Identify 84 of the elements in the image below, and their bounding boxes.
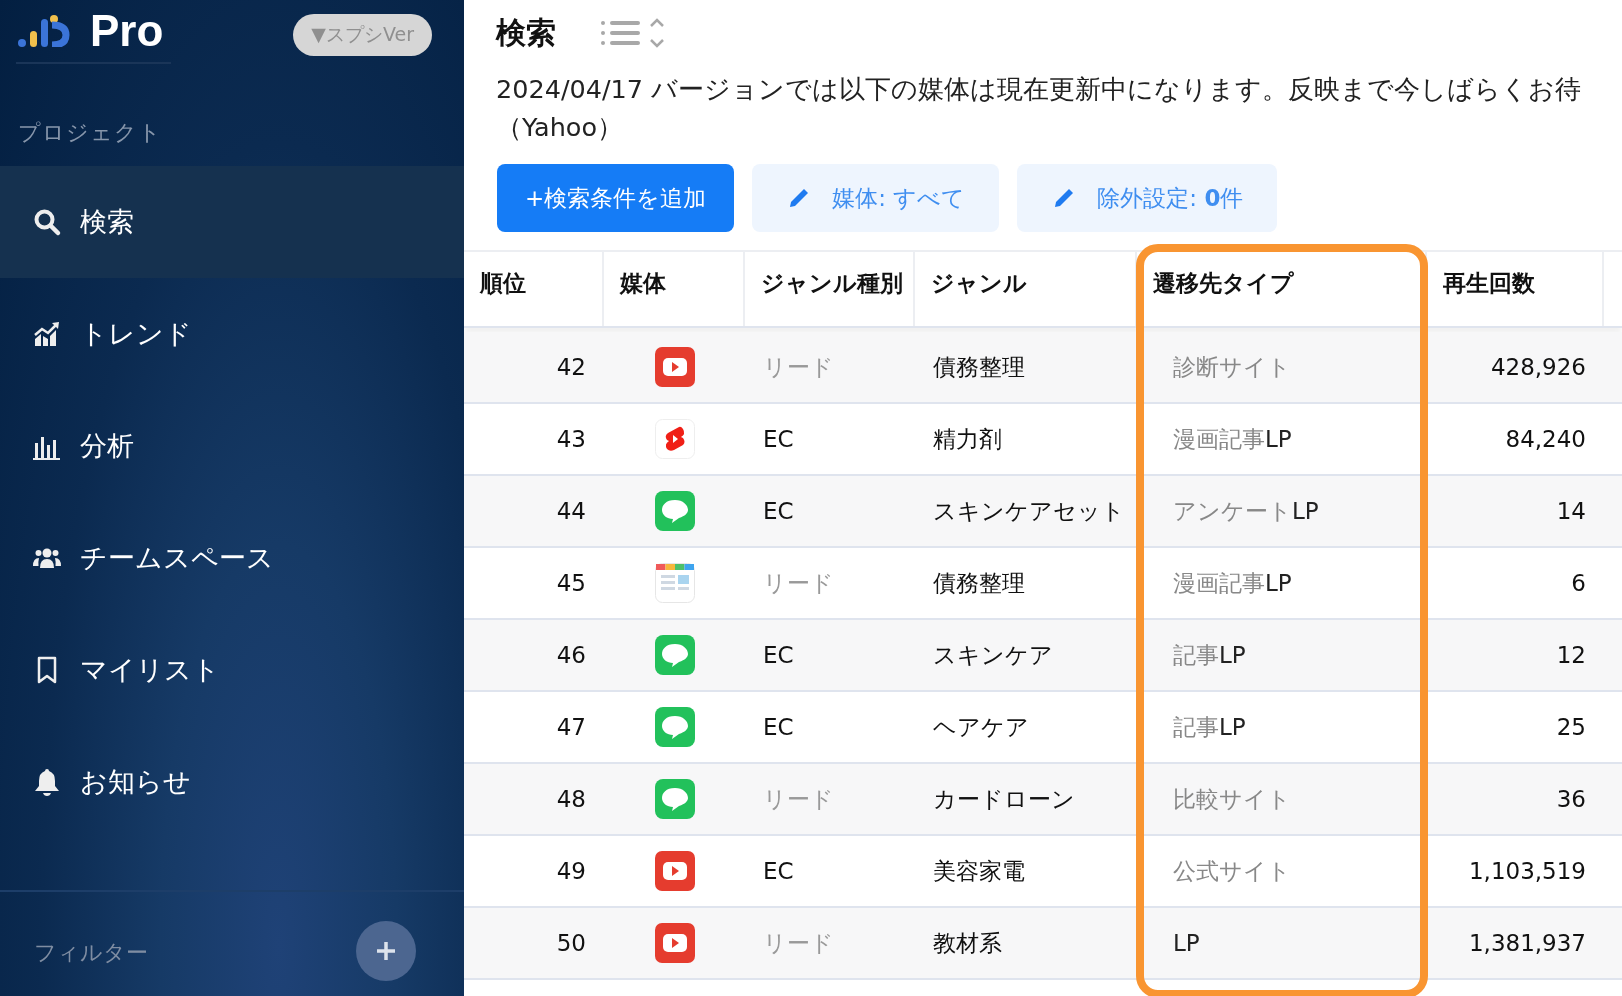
rank-cell: 43 (556, 426, 586, 452)
play-icon (654, 851, 695, 891)
nav-item[interactable]: マイリスト (0, 614, 464, 726)
add-condition-button[interactable]: +検索条件を追加 (497, 164, 735, 232)
genre-cell-text: カードローン (933, 784, 1075, 814)
rank-cell: 48 (556, 786, 586, 812)
destination-cell-text: 公式サイト (1173, 856, 1291, 886)
plays-cell: 12 (1556, 642, 1586, 668)
chat-bubble-icon (654, 491, 695, 531)
nav-label: お知らせ (80, 765, 191, 799)
rank-cell: 45 (556, 570, 586, 596)
genre-type-cell: EC (763, 642, 794, 668)
plays-cell: 84,240 (1505, 426, 1586, 452)
destination-cell: LP (1173, 930, 1200, 956)
genre-type-cell: EC (763, 714, 794, 740)
genre-cell-text: 教材系 (933, 928, 1002, 958)
plays-cell: 25 (1556, 714, 1586, 740)
rank-cell: 46 (556, 642, 586, 668)
nav-item[interactable]: 分析 (0, 390, 464, 502)
destination-cell-text: 記事LP (1173, 640, 1246, 670)
column-header: 遷移先タイプ (1153, 268, 1294, 298)
plays-cell: 428,926 (1490, 354, 1586, 380)
rank-cell: 44 (556, 498, 586, 524)
genre-cell-text: 債務整理 (933, 352, 1025, 382)
rank-cell: 50 (556, 930, 586, 956)
news-icon (654, 563, 695, 603)
search-icon (32, 207, 62, 237)
notice-text: 2024/04/17 バージョンでは以下の媒体は現在更新中になります。反映まで今しばらくお待 (496, 73, 1583, 106)
genre-cell-text: スキンケア (933, 640, 1053, 670)
add-filter-button[interactable] (356, 921, 416, 981)
chat-bubble-icon (654, 779, 695, 819)
plays-cell: 36 (1556, 786, 1586, 812)
column-header: ジャンル (931, 268, 1027, 298)
chat-bubble-icon (654, 635, 695, 675)
genre-type-cell-text: リード (763, 568, 834, 598)
play-icon (654, 347, 695, 387)
notice-text: （Yahoo） (496, 111, 625, 144)
column-header: 再生回数 (1443, 268, 1535, 298)
plus-icon (376, 941, 396, 961)
shorts-icon (654, 419, 695, 459)
genre-type-cell-text: リード (763, 352, 834, 382)
destination-cell-text: 記事LP (1173, 712, 1246, 742)
chat-bubble-icon (654, 707, 695, 747)
plays-cell: 14 (1556, 498, 1586, 524)
destination-cell-text: 比較サイト (1173, 784, 1291, 814)
genre-type-cell: EC (763, 858, 794, 884)
bell-icon (32, 767, 62, 797)
nav-label: チームスペース (80, 541, 274, 575)
genre-cell-text: スキンケアセット (933, 496, 1125, 526)
nav-label: 分析 (80, 429, 134, 463)
plays-cell: 6 (1571, 570, 1586, 596)
nav-item[interactable]: お知らせ (0, 726, 464, 838)
section-label: プロジェクト (17, 119, 163, 147)
rank-cell: 47 (556, 714, 586, 740)
destination-cell-text: 漫画記事LP (1173, 568, 1292, 598)
genre-cell-text: 美容家電 (933, 856, 1025, 886)
rank-cell: 42 (556, 354, 586, 380)
destination-cell-text: 診断サイト (1173, 352, 1291, 382)
genre-cell-text: ヘアケア (933, 712, 1029, 742)
nav-item[interactable]: 検索 (0, 166, 464, 278)
plays-cell: 1,103,519 (1468, 858, 1586, 884)
rank-cell: 49 (556, 858, 586, 884)
destination-cell-text: 漫画記事LP (1173, 424, 1292, 454)
page-title: 検索 (496, 13, 556, 52)
column-header: 媒体 (620, 268, 666, 298)
genre-type-cell: EC (763, 498, 794, 524)
play-icon (654, 923, 695, 963)
column-header: ジャンル種別 (761, 268, 903, 298)
nav-label: 検索 (80, 205, 134, 239)
genre-type-cell-text: リード (763, 784, 834, 814)
chart-icon (32, 319, 62, 349)
nav-item[interactable]: チームスペース (0, 502, 464, 614)
genre-cell-text: 精力剤 (933, 424, 1002, 454)
nav-label: トレンド (80, 317, 192, 351)
logo-icon (18, 15, 72, 47)
genre-type-cell: EC (763, 426, 794, 452)
nav-label: マイリスト (80, 653, 220, 687)
filter-label: フィルター (34, 939, 148, 967)
column-header: 順位 (480, 268, 526, 298)
nav-item[interactable]: トレンド (0, 278, 464, 390)
genre-cell-text: 債務整理 (933, 568, 1025, 598)
plays-cell: 1,381,937 (1468, 930, 1586, 956)
logo-text: Pro (90, 6, 164, 56)
genre-type-cell-text: リード (763, 928, 834, 958)
